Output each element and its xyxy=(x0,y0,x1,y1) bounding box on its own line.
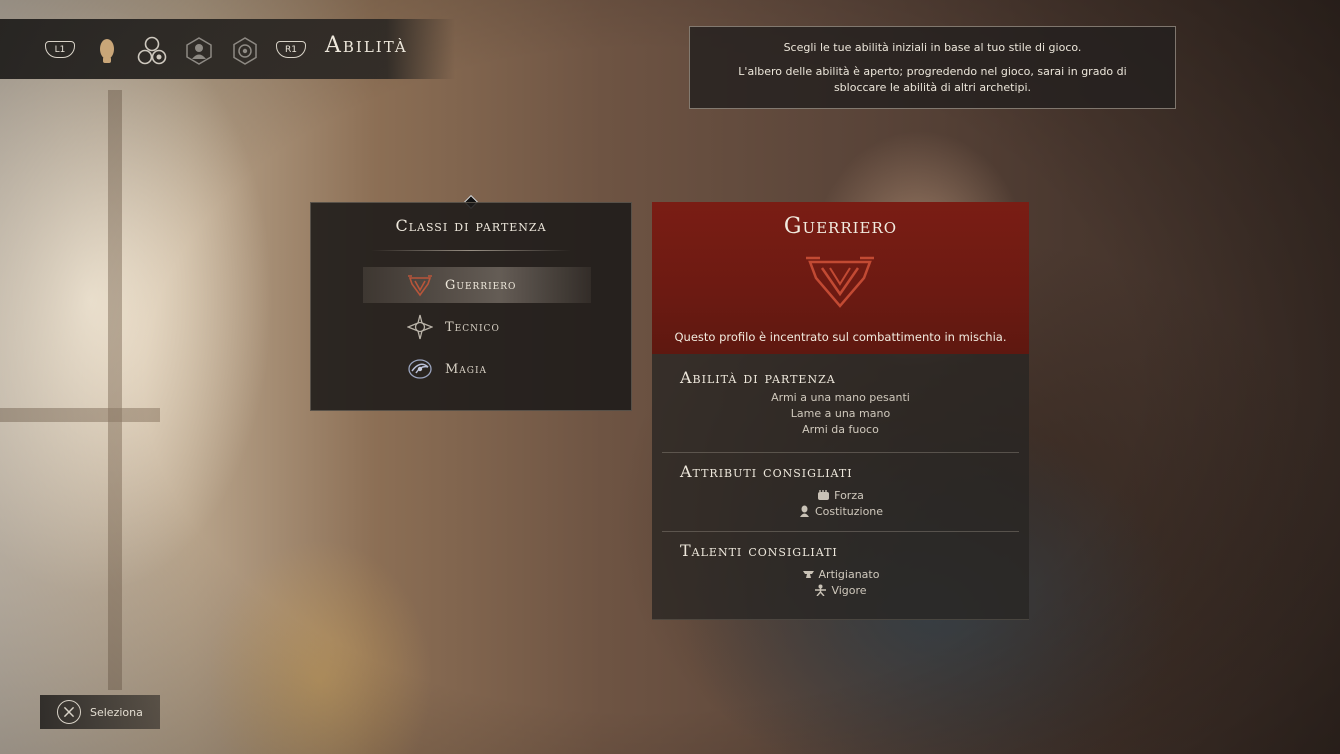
class-detail-panel: Guerriero Questo profilo è incentrato su… xyxy=(652,202,1029,620)
list-item: Forza xyxy=(652,488,1029,504)
recommended-attributes-list: Forza Costituzione xyxy=(652,488,1029,520)
menu-tab-bar: L1 R1 Abilità xyxy=(0,19,455,79)
fist-icon xyxy=(818,490,830,500)
section-title: Attributi consigliati xyxy=(680,462,853,481)
divider xyxy=(371,250,571,251)
cross-button-icon xyxy=(57,700,81,724)
section-title: Abilità di partenza xyxy=(680,368,836,387)
class-detail-body: Abilità di partenza Armi a una mano pesa… xyxy=(652,354,1029,620)
portrait-icon[interactable] xyxy=(184,36,214,66)
hint-panel: Scegli le tue abilità iniziali in base a… xyxy=(689,26,1176,109)
class-item-tecnico[interactable]: Tecnico xyxy=(363,309,591,345)
arcane-swirl-icon xyxy=(408,359,432,379)
list-item: Costituzione xyxy=(652,504,1029,520)
character-head-icon[interactable] xyxy=(92,36,122,66)
r1-bumper-button[interactable]: R1 xyxy=(276,41,306,58)
l1-bumper-button[interactable]: L1 xyxy=(45,41,75,58)
class-label: Tecnico xyxy=(445,319,500,335)
page-title: Abilità xyxy=(325,33,408,58)
select-label: Seleziona xyxy=(90,705,143,719)
select-prompt[interactable]: Seleziona xyxy=(40,695,160,729)
class-detail-title: Guerriero xyxy=(783,214,898,239)
divider xyxy=(662,452,1019,453)
list-item: Lame a una mano xyxy=(790,407,891,420)
skills-orbs-icon[interactable] xyxy=(137,36,167,66)
section-title: Talenti consigliati xyxy=(680,541,838,560)
warrior-crest-icon xyxy=(806,256,874,308)
list-item: Armi da fuoco xyxy=(802,423,879,436)
class-label: Magia xyxy=(445,361,488,377)
gear-star-icon xyxy=(407,314,433,340)
body-icon xyxy=(799,505,809,517)
starting-skills-list: Armi a una mano pesanti Lame a una mano … xyxy=(652,390,1029,438)
divider xyxy=(662,531,1019,532)
list-item: Vigore xyxy=(652,583,1029,599)
vigor-icon xyxy=(815,584,827,596)
hint-line-1: Scegli le tue abilità iniziali in base a… xyxy=(783,41,1082,54)
class-description: Questo profilo è incentrato sul combatti… xyxy=(674,330,1007,344)
background-window xyxy=(0,90,160,690)
anvil-icon xyxy=(802,571,814,578)
background-wheat xyxy=(170,420,490,754)
class-detail-header: Guerriero Questo profilo è incentrato su… xyxy=(652,202,1029,354)
class-item-guerriero[interactable]: Guerriero xyxy=(363,267,591,303)
hint-line-2: L'albero delle abilità è aperto; progred… xyxy=(738,65,1127,94)
starting-classes-panel: Classi di partenza Guerriero Tecnico Mag… xyxy=(310,202,632,411)
list-item: Armi a una mano pesanti xyxy=(771,391,910,404)
class-item-magia[interactable]: Magia xyxy=(363,351,591,387)
list-item: Artigianato xyxy=(652,567,1029,583)
class-label: Guerriero xyxy=(445,277,517,293)
warrior-crest-icon xyxy=(408,275,432,297)
classes-title: Classi di partenza xyxy=(395,216,547,235)
recommended-talents-list: Artigianato Vigore xyxy=(652,567,1029,599)
gear-icon[interactable] xyxy=(230,36,260,66)
